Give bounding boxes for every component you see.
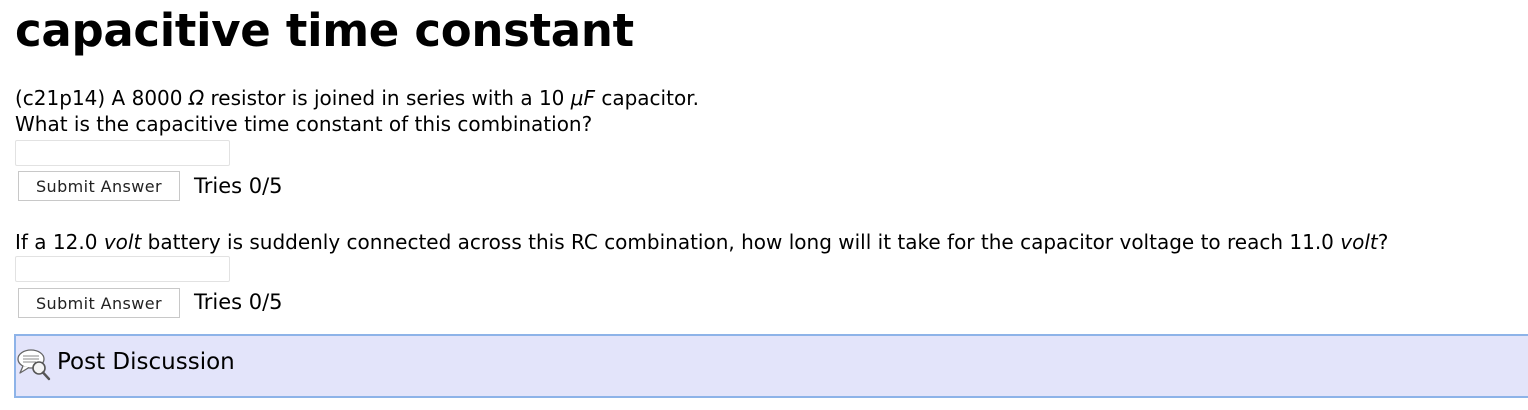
problem1-question: What is the capacitive time constant of … xyxy=(15,112,593,136)
problem2-answer-input[interactable] xyxy=(15,256,230,282)
problem1-submit-button[interactable]: Submit Answer xyxy=(18,171,180,201)
post-discussion-label: Post Discussion xyxy=(57,349,235,375)
problem1-intro-prefix: (c21p14) A 8000 xyxy=(15,86,189,110)
problem2-tries-counter: Tries 0/5 xyxy=(194,290,283,314)
problem2-question-middle: battery is suddenly connected across thi… xyxy=(141,230,1341,254)
problem1-answer-input[interactable] xyxy=(15,140,230,166)
problem1-tries-counter: Tries 0/5 xyxy=(194,174,283,198)
voltage-unit-1: volt xyxy=(103,230,142,254)
problem2-question: If a 12.0 volt battery is suddenly conne… xyxy=(15,229,1388,255)
problem2-submit-button[interactable]: Submit Answer xyxy=(18,288,180,318)
voltage-unit-2: volt xyxy=(1340,230,1378,254)
capacitance-unit: μF xyxy=(570,86,595,110)
problem2-question-suffix: ? xyxy=(1377,230,1389,254)
discussion-icon xyxy=(16,346,52,382)
problem2-question-prefix: If a 12.0 xyxy=(15,230,104,254)
post-discussion-bar[interactable]: Post Discussion xyxy=(14,334,1528,398)
page-title: capacitive time constant xyxy=(15,4,634,57)
resistance-unit: Ω xyxy=(188,86,205,110)
problem1-intro-middle: resistor is joined in series with a 10 xyxy=(204,86,571,110)
problem1-intro: (c21p14) A 8000 Ω resistor is joined in … xyxy=(15,85,699,111)
problem1-intro-suffix: capacitor. xyxy=(595,86,699,110)
